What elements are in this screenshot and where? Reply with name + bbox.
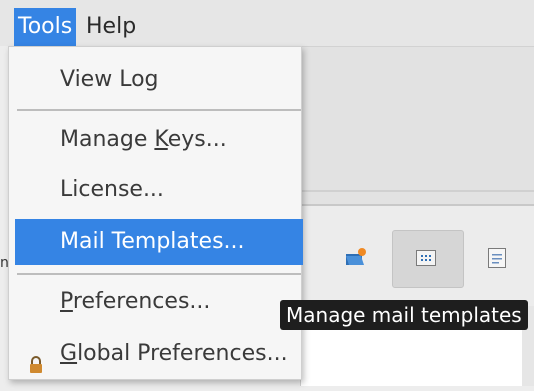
menu-separator [17,273,301,275]
menu-item-label: eys... [167,127,227,152]
background-panel [300,46,534,207]
menu-separator [17,109,301,111]
tools-menu: View Log Manage Keys... License... Mail … [8,46,303,380]
menu-item-preferences[interactable]: Preferences... [9,279,301,325]
tooltip: Manage mail templates [280,300,528,330]
menu-item-mnemonic: K [154,127,168,152]
menu-item-license[interactable]: License... [9,167,301,213]
document-icon[interactable] [488,248,506,272]
menubar: Tools Help [0,0,534,46]
menu-item-manage-keys[interactable]: Manage Keys... [9,117,301,163]
menu-item-mail-templates[interactable]: Mail Templates... [15,219,303,265]
menu-item-mnemonic: G [60,341,78,366]
menubar-tools[interactable]: Tools [14,8,77,46]
menu-item-view-log[interactable]: View Log [9,57,301,103]
menu-item-label: Manage [60,127,155,152]
lock-icon [29,345,43,391]
menu-item-global-preferences[interactable]: Global Preferences... [9,331,301,377]
divider [300,190,534,192]
folder-open-icon[interactable] [345,248,367,272]
mail-templates-icon [416,250,436,270]
menu-item-mnemonic: P [60,289,73,314]
menubar-help[interactable]: Help [82,8,140,46]
menu-item-label: references... [72,289,211,314]
menu-item-label: lobal Preferences... [77,341,288,366]
